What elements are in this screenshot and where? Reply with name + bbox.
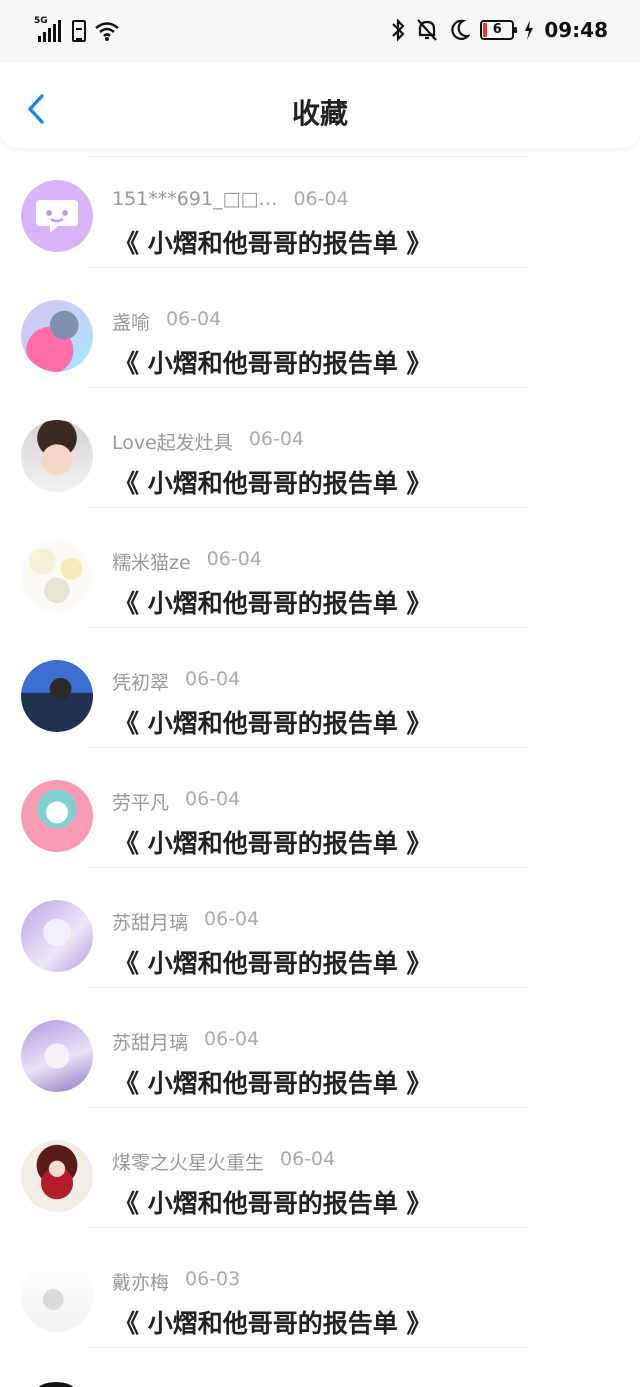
avatar[interactable] — [21, 180, 93, 252]
avatar[interactable] — [36, 1382, 76, 1387]
post-date: 06-04 — [166, 308, 222, 330]
post-title[interactable]: 《 小熠和他哥哥的报告单 》 — [114, 344, 431, 380]
signal-icon: 5G — [34, 16, 64, 42]
user-name[interactable]: 151***691_□□… — [112, 188, 277, 210]
chat-bubble-icon — [36, 200, 78, 233]
post-date: 06-04 — [248, 428, 305, 450]
wifi-icon — [95, 22, 119, 41]
avatar[interactable] — [21, 660, 93, 732]
post-date: 06-04 — [293, 188, 349, 210]
battery-level: 6 — [480, 20, 518, 40]
list-item[interactable]: Love起发灶具 06-04 《 小熠和他哥哥的报告单 》 — [0, 388, 640, 508]
post-title[interactable]: 《 小熠和他哥哥的报告单 》 — [114, 584, 431, 620]
avatar[interactable] — [21, 780, 93, 852]
post-date: 06-03 — [185, 1268, 241, 1290]
post-title[interactable]: 《 小熠和他哥哥的报告单 》 — [114, 464, 431, 500]
list-item[interactable]: 苏甜月璃 06-04 《 小熠和他哥哥的报告单 》 — [0, 988, 640, 1108]
list-item[interactable]: 凭初翠 06-04 《 小熠和他哥哥的报告单 》 — [0, 628, 640, 748]
post-date: 06-04 — [204, 908, 260, 930]
post-date: 06-04 — [204, 1028, 260, 1050]
user-name[interactable]: 煤零之火星火重生 — [112, 1148, 264, 1175]
list-item[interactable]: 劳平凡 06-04 《 小熠和他哥哥的报告单 》 — [0, 748, 640, 868]
post-title[interactable]: 《 小熠和他哥哥的报告单 》 — [114, 224, 431, 260]
list-item-partial[interactable] — [0, 1356, 640, 1387]
charging-icon — [525, 20, 534, 40]
avatar[interactable] — [21, 1140, 93, 1212]
list-item[interactable]: 戴亦梅 06-03 《 小熠和他哥哥的报告单 》 — [0, 1228, 640, 1348]
post-title[interactable]: 《 小熠和他哥哥的报告单 》 — [114, 1064, 431, 1100]
list-item[interactable]: 糯米猫ze 06-04 《 小熠和他哥哥的报告单 》 — [0, 508, 640, 628]
list-item[interactable]: 151***691_□□… 06-04 《 小熠和他哥哥的报告单 》 — [0, 148, 640, 268]
user-name[interactable]: 盏喻 — [112, 308, 150, 335]
post-date: 06-04 — [185, 788, 241, 810]
bluetooth-icon — [392, 18, 405, 42]
status-bar: 5G 6 09:48 — [0, 0, 640, 62]
user-name[interactable]: 苏甜月璃 — [112, 908, 188, 935]
user-name[interactable]: 劳平凡 — [112, 788, 169, 815]
user-name[interactable]: 糯米猫ze — [112, 548, 191, 575]
list-item[interactable]: 盏喻 06-04 《 小熠和他哥哥的报告单 》 — [0, 268, 640, 388]
avatar[interactable] — [21, 1260, 93, 1332]
divider — [90, 1347, 530, 1348]
post-date: 06-04 — [280, 1148, 336, 1170]
avatar[interactable] — [21, 300, 93, 372]
sim-icon — [72, 20, 86, 42]
user-name[interactable]: 凭初翠 — [112, 668, 169, 695]
post-title[interactable]: 《 小熠和他哥哥的报告单 》 — [114, 1304, 431, 1340]
avatar[interactable] — [21, 1020, 93, 1092]
clock: 09:48 — [544, 18, 608, 42]
user-name[interactable]: 戴亦梅 — [112, 1268, 169, 1295]
moon-icon — [451, 19, 471, 40]
list-item[interactable]: 苏甜月璃 06-04 《 小熠和他哥哥的报告单 》 — [0, 868, 640, 988]
page-title: 收藏 — [291, 97, 348, 130]
avatar[interactable] — [21, 540, 93, 612]
post-date: 06-04 — [206, 548, 262, 570]
avatar[interactable] — [21, 900, 93, 972]
post-title[interactable]: 《 小熠和他哥哥的报告单 》 — [114, 704, 431, 740]
post-title[interactable]: 《 小熠和他哥哥的报告单 》 — [114, 1184, 431, 1220]
avatar[interactable] — [21, 420, 93, 492]
battery-icon: 6 — [480, 20, 518, 40]
post-date: 06-04 — [185, 668, 241, 690]
post-title[interactable]: 《 小熠和他哥哥的报告单 》 — [114, 944, 431, 980]
user-name[interactable]: 苏甜月璃 — [112, 1028, 188, 1055]
app-header: 收藏 — [0, 62, 640, 148]
list-item[interactable]: 煤零之火星火重生 06-04 《 小熠和他哥哥的报告单 》 — [0, 1108, 640, 1228]
mute-icon — [417, 19, 438, 41]
post-title[interactable]: 《 小熠和他哥哥的报告单 》 — [114, 824, 431, 860]
user-name[interactable]: Love起发灶具 — [112, 428, 233, 455]
